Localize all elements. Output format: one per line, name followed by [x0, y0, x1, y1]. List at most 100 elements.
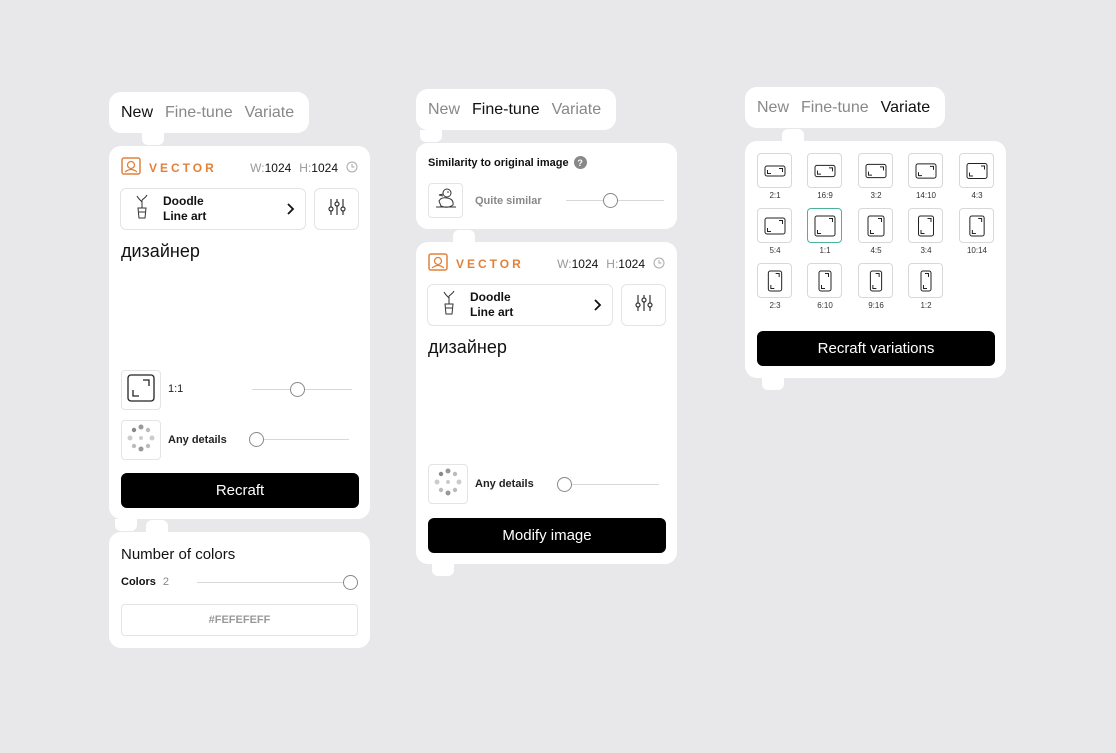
- hex-color-value: #FEFEFEFF: [208, 614, 271, 626]
- details-slider-knob[interactable]: [556, 477, 572, 492]
- aspect-ratio-option-6-10[interactable]: [807, 263, 842, 298]
- details-slider-knob[interactable]: [249, 432, 265, 447]
- tab-new[interactable]: New: [757, 99, 789, 117]
- aspect-ratio-label: 1:1: [168, 383, 184, 395]
- connector: [420, 130, 442, 142]
- height-readout: H:1024: [606, 257, 645, 271]
- height-readout: H:1024: [299, 161, 338, 175]
- aspect-ratio-option-2-1[interactable]: [757, 153, 792, 188]
- aspect-ratio-option-10-14[interactable]: [959, 208, 994, 243]
- doodle-thumbnail-icon: [440, 290, 458, 321]
- vector-label: VECTOR: [149, 161, 217, 175]
- style-selector[interactable]: Doodle Line art: [427, 284, 613, 326]
- prompt-input[interactable]: дизайнер: [121, 241, 200, 262]
- similarity-panel: Similarity to original image ? Quite sim…: [416, 143, 677, 229]
- tab-variate[interactable]: Variate: [881, 99, 931, 117]
- dimensions[interactable]: W:1024 H:1024: [250, 161, 358, 176]
- tab-fine-tune[interactable]: Fine-tune: [165, 104, 233, 122]
- fine-tune-panel: VECTOR W:1024 H:1024 Doodle Line art диз…: [416, 242, 677, 564]
- connector: [432, 564, 454, 576]
- modify-image-button[interactable]: Modify image: [428, 518, 666, 553]
- connector: [146, 520, 168, 532]
- vector-row: VECTOR W:1024 H:1024: [428, 252, 665, 276]
- style-name: Doodle Line art: [163, 194, 207, 223]
- aspect-ratio-option-label: 4:3: [971, 191, 983, 200]
- duck-image-icon: [433, 185, 459, 216]
- vector-style-icon[interactable]: [121, 156, 141, 180]
- similarity-slider-knob[interactable]: [602, 193, 618, 208]
- aspect-ratio-icon: [917, 215, 934, 236]
- aspect-ratio-icon: [968, 215, 985, 236]
- sliders-icon: [634, 293, 654, 318]
- aspect-ratio-option-1-2[interactable]: [908, 263, 943, 298]
- details-slider-track[interactable]: [252, 439, 349, 440]
- style-name: Doodle Line art: [470, 290, 514, 319]
- aspect-ratio-option-label: 3:4: [920, 246, 932, 255]
- tabbar-variate-panel: New Fine-tune Variate: [745, 87, 945, 128]
- aspect-ratio-icon: [865, 163, 886, 178]
- aspect-ratio-button[interactable]: [121, 370, 161, 410]
- aspect-ratio-option-5-4[interactable]: [757, 208, 792, 243]
- help-icon[interactable]: ?: [573, 156, 587, 169]
- aspect-ratio-option-label: 9:16: [868, 301, 884, 310]
- aspect-ratio-option-9-16[interactable]: [858, 263, 893, 298]
- tab-fine-tune[interactable]: Fine-tune: [801, 99, 869, 117]
- aspect-ratio-icon: [814, 215, 835, 236]
- chevron-right-icon: [592, 295, 602, 316]
- settings-button[interactable]: [314, 188, 359, 230]
- clock-icon[interactable]: [346, 161, 358, 176]
- aspect-ratio-icon: [915, 162, 936, 179]
- connector: [762, 378, 784, 390]
- colors-slider-track[interactable]: [197, 582, 350, 583]
- aspect-ratio-option-14-10[interactable]: [908, 153, 943, 188]
- sliders-icon: [327, 197, 347, 222]
- aspect-ratio-slider-knob[interactable]: [289, 382, 305, 397]
- recraft-button[interactable]: Recraft: [121, 473, 359, 508]
- tab-new[interactable]: New: [121, 104, 153, 122]
- similarity-title-row: Similarity to original image ?: [428, 156, 587, 169]
- aspect-ratio-option-label: 4:5: [870, 246, 882, 255]
- tab-new[interactable]: New: [428, 101, 460, 119]
- settings-button[interactable]: [621, 284, 666, 326]
- aspect-ratio-option-label: 2:1: [769, 191, 781, 200]
- details-label: Any details: [475, 478, 534, 490]
- aspect-ratio-option-2-3[interactable]: [757, 263, 792, 298]
- colors-slider-knob[interactable]: [342, 575, 358, 590]
- clock-icon[interactable]: [653, 257, 665, 272]
- chevron-right-icon: [285, 199, 295, 220]
- connector: [782, 129, 804, 141]
- vector-style-icon[interactable]: [428, 252, 448, 276]
- doodle-thumbnail-icon: [133, 194, 151, 225]
- generate-panel: VECTOR W:1024 H:1024 Doodle Line art диз…: [109, 146, 370, 519]
- details-button[interactable]: [428, 464, 468, 504]
- dots-details-icon: [126, 423, 156, 458]
- aspect-ratio-option-1-1[interactable]: [807, 208, 842, 243]
- aspect-ratio-icon: [764, 165, 785, 176]
- prompt-input[interactable]: дизайнер: [428, 337, 507, 358]
- dimensions[interactable]: W:1024 H:1024: [557, 257, 665, 272]
- details-slider-track[interactable]: [559, 484, 659, 485]
- aspect-ratio-option-16-9[interactable]: [807, 153, 842, 188]
- vector-row: VECTOR W:1024 H:1024: [121, 156, 358, 180]
- tab-variate[interactable]: Variate: [552, 101, 602, 119]
- style-selector[interactable]: Doodle Line art: [120, 188, 306, 230]
- hex-color-input[interactable]: #FEFEFEFF: [121, 604, 358, 636]
- similarity-title: Similarity to original image: [428, 156, 569, 169]
- aspect-ratio-option-3-4[interactable]: [908, 208, 943, 243]
- aspect-ratio-option-label: 16:9: [817, 191, 833, 200]
- recraft-variations-button[interactable]: Recraft variations: [757, 331, 995, 366]
- colors-panel: Number of colors Colors 2 #FEFEFEFF: [109, 532, 370, 648]
- tab-fine-tune[interactable]: Fine-tune: [472, 101, 540, 119]
- colors-value: 2: [162, 576, 170, 588]
- dots-details-icon: [433, 467, 463, 502]
- aspect-ratio-option-label: 10:14: [966, 246, 988, 255]
- tab-variate[interactable]: Variate: [245, 104, 295, 122]
- aspect-ratio-icon: [818, 270, 831, 291]
- aspect-ratio-option-4-5[interactable]: [858, 208, 893, 243]
- aspect-ratio-icon: [764, 217, 785, 234]
- aspect-ratio-option-3-2[interactable]: [858, 153, 893, 188]
- aspect-ratio-option-4-3[interactable]: [959, 153, 994, 188]
- original-image-thumbnail: [428, 183, 463, 218]
- connector: [142, 133, 164, 145]
- details-button[interactable]: [121, 420, 161, 460]
